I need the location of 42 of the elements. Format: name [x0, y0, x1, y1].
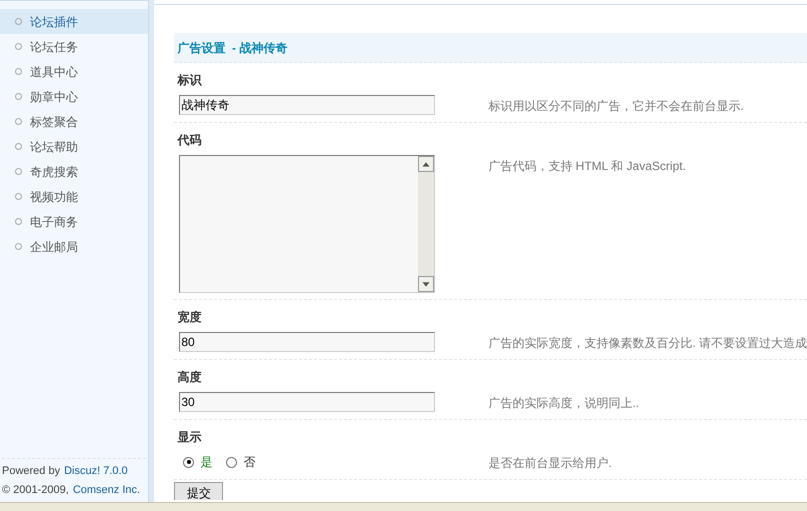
field-label: 宽度	[177, 309, 202, 326]
footer-link[interactable]: Comsenz Inc.	[72, 482, 140, 498]
field-description: 广告的实际高度，说明同上..	[488, 395, 639, 412]
field-label: 代码	[177, 132, 202, 149]
radio-option[interactable]: 是	[183, 453, 212, 471]
sidebar-item[interactable]: 电子商务	[0, 209, 148, 234]
footer-text: Powered by	[2, 464, 60, 479]
panel-title: 广告设置 - 战神传奇	[177, 40, 288, 56]
bullet-icon	[15, 43, 22, 50]
sidebar-item[interactable]: 论坛帮助	[0, 134, 148, 159]
sidebar-item[interactable]: 道具中心	[0, 59, 148, 84]
radio-option[interactable]: 否	[226, 453, 256, 471]
bullet-icon	[15, 93, 22, 100]
sidebar-item[interactable]: 奇虎搜索	[0, 159, 148, 184]
field-description: 广告代码，支持 HTML 和 JavaScript.	[488, 158, 686, 175]
field-label: 标识	[177, 72, 203, 89]
bullet-icon	[15, 18, 22, 25]
footer-link[interactable]: Discuz! 7.0.0	[64, 463, 128, 480]
footer-text: © 2001-2009,	[2, 482, 69, 498]
bullet-icon	[15, 118, 22, 125]
bullet-icon	[15, 243, 22, 250]
scrollbar[interactable]	[418, 156, 434, 292]
sidebar-item[interactable]: 勋章中心	[0, 84, 148, 109]
sidebar-item[interactable]: 企业邮局	[0, 234, 148, 259]
text-field[interactable]: 30	[179, 392, 436, 412]
field-description: 是否在前台显示给用户.	[488, 455, 612, 472]
text-field[interactable]: 80	[179, 332, 436, 352]
sidebar-item[interactable]: 标签聚合	[0, 109, 148, 134]
submit-button[interactable]: 提交	[174, 482, 224, 500]
field-description: 标识用以区分不同的广告，它并不会在前台显示.	[488, 98, 744, 115]
field-description: 广告的实际宽度，支持像素数及百分比. 请不要设置过大造成	[488, 335, 807, 352]
field-label: 显示	[177, 429, 202, 446]
sidebar-item[interactable]: 视频功能	[0, 184, 148, 209]
field-label: 高度	[177, 369, 202, 386]
text-field[interactable]: 战神传奇	[179, 95, 436, 115]
bullet-icon	[15, 168, 22, 175]
sidebar-item[interactable]: 论坛任务	[0, 34, 148, 59]
bullet-icon	[15, 193, 22, 200]
bullet-icon	[15, 143, 22, 150]
sidebar-item[interactable]: 论坛插件	[0, 9, 148, 34]
bullet-icon	[15, 218, 22, 225]
bullet-icon	[15, 68, 22, 75]
